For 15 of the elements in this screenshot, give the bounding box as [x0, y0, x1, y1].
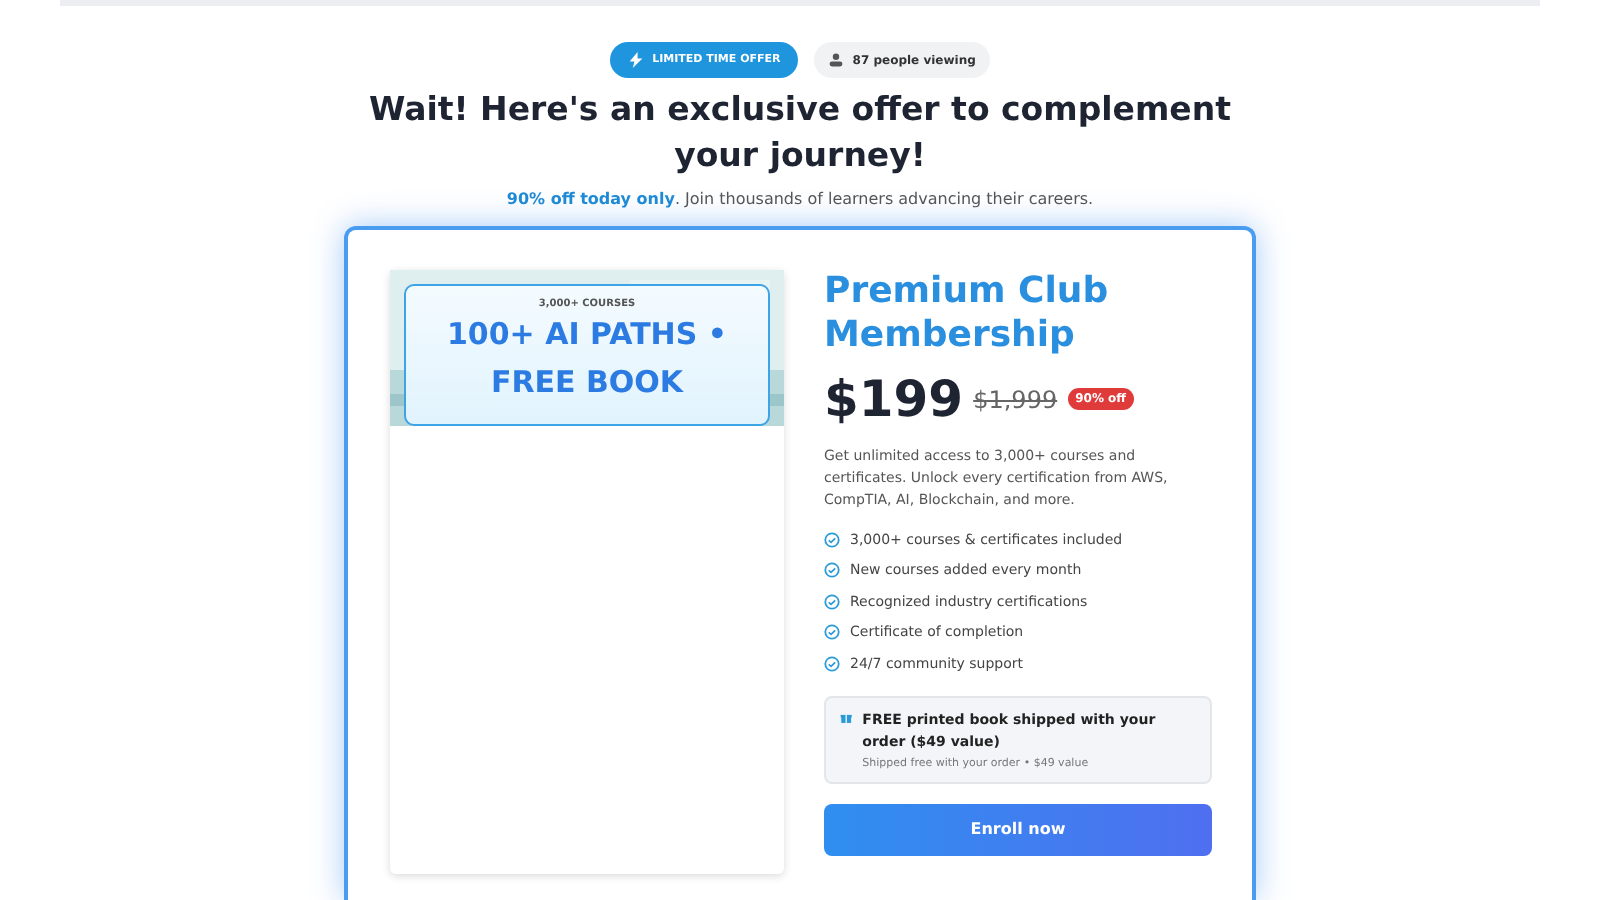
heading: Wait! Here's an exclusive offer to complement your journey! [366, 88, 1234, 178]
check-icon [824, 531, 840, 548]
price: $199 [824, 370, 964, 428]
bolt-icon [628, 52, 645, 68]
subheading: 90% off today only. Join thousands of learners advancing their careers. [506, 190, 1094, 208]
check-icon [824, 624, 840, 641]
gift-icon [840, 709, 853, 725]
promo-title: 100+ AI PATHS • FREE BOOK [445, 314, 729, 404]
enroll-button[interactable]: Enroll now [824, 803, 1212, 855]
check-icon [824, 593, 840, 610]
people-icon [828, 52, 845, 68]
check-icon [824, 655, 840, 672]
old-price: $1,999 [973, 385, 1058, 413]
check-icon [824, 562, 840, 579]
plan-title: Premium Club Membership [824, 270, 1111, 358]
